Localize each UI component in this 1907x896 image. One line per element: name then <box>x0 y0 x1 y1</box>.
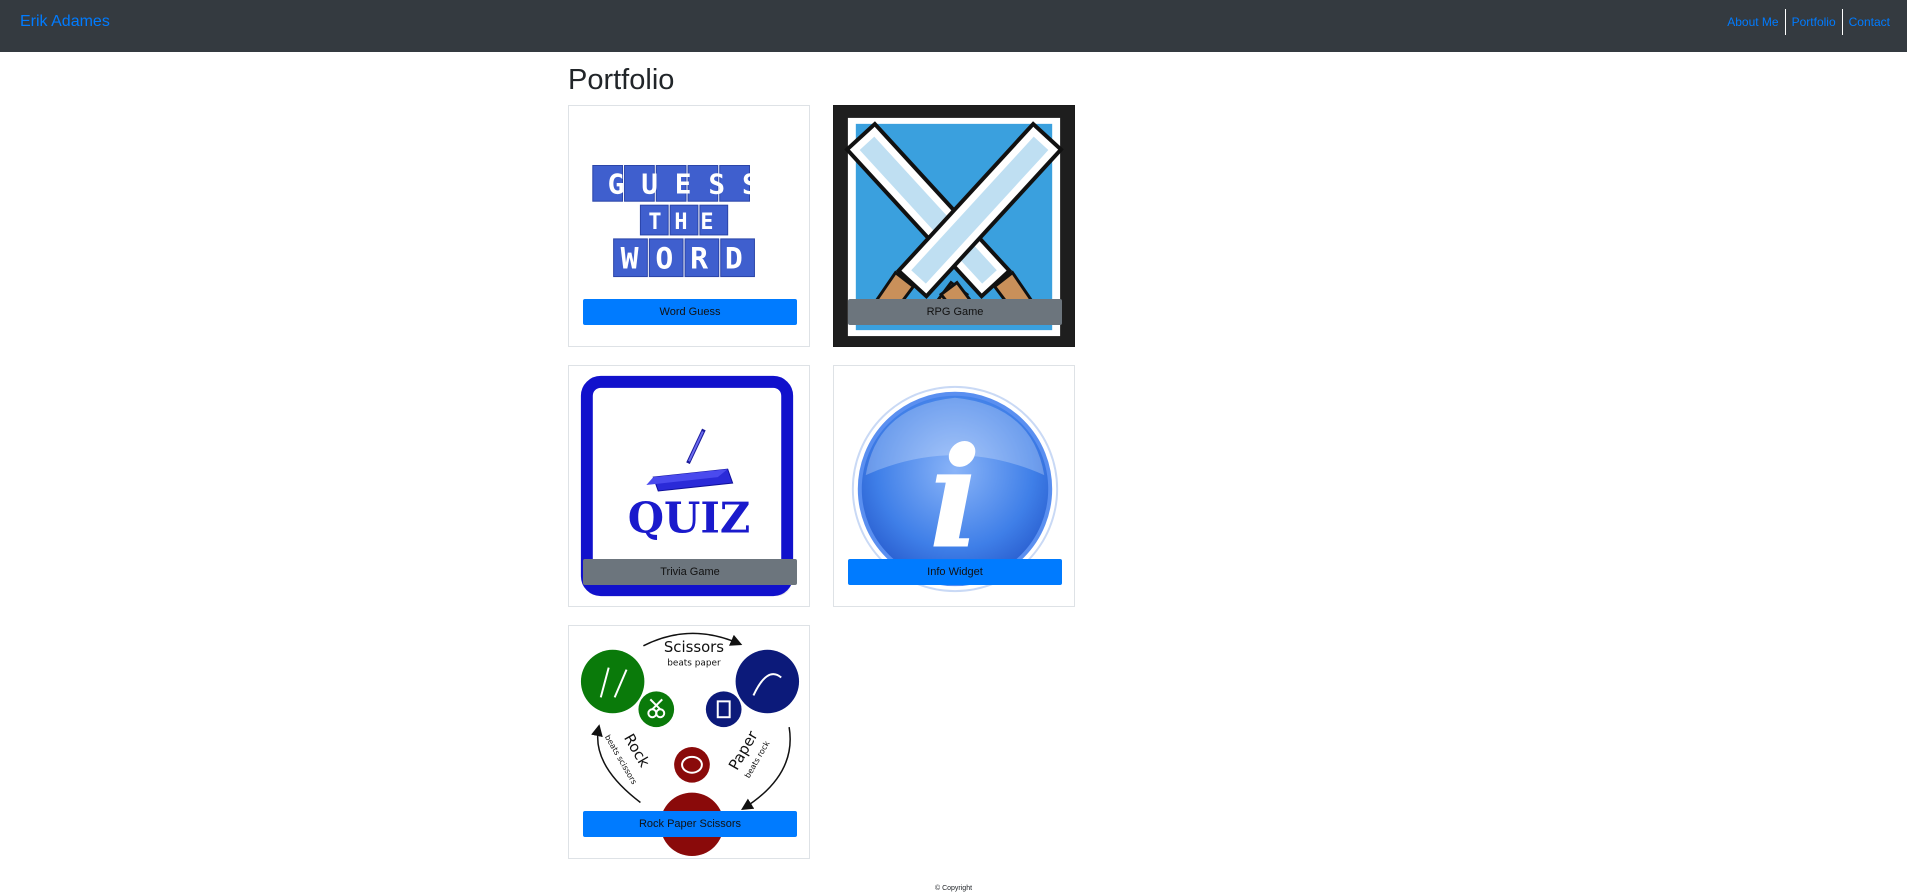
card-word-guess[interactable]: GUESS THE WORD Word Guess <box>568 105 810 347</box>
word-guess-letter-g: GUESS <box>608 167 776 200</box>
nav-contact[interactable]: Contact <box>1841 9 1896 35</box>
rpg-game-button[interactable]: RPG Game <box>848 299 1062 325</box>
info-widget-button[interactable]: Info Widget <box>848 559 1062 585</box>
page-title: Portfolio <box>568 64 675 96</box>
rps-text-scissors-sub: beats paper <box>667 659 721 669</box>
info-icon: i <box>929 416 982 579</box>
navbar: Erik Adames About Me Portfolio Contact <box>0 0 1907 52</box>
rock-paper-scissors-button[interactable]: Rock Paper Scissors <box>583 811 797 837</box>
word-guess-text-word: WORD <box>621 242 760 277</box>
brand-link[interactable]: Erik Adames <box>20 13 110 31</box>
card-info-widget[interactable]: i Info Widget <box>833 365 1075 607</box>
card-trivia-game[interactable]: QUIZ Trivia Game <box>568 365 810 607</box>
nav-portfolio[interactable]: Portfolio <box>1784 9 1842 35</box>
word-guess-text-the: THE <box>648 210 726 235</box>
nav-links: About Me Portfolio Contact <box>1721 9 1896 35</box>
card-rock-paper-scissors[interactable]: Scissors beats paper Rock beats scissors… <box>568 625 810 859</box>
card-rpg-game[interactable]: RPG Game <box>833 105 1075 347</box>
trivia-image-text: QUIZ <box>628 494 750 543</box>
trivia-game-button[interactable]: Trivia Game <box>583 559 797 585</box>
nav-about-me[interactable]: About Me <box>1721 9 1784 35</box>
word-guess-button[interactable]: Word Guess <box>583 299 797 325</box>
footer-copyright: © Copyright <box>934 885 973 892</box>
rps-text-scissors: Scissors <box>664 638 724 656</box>
